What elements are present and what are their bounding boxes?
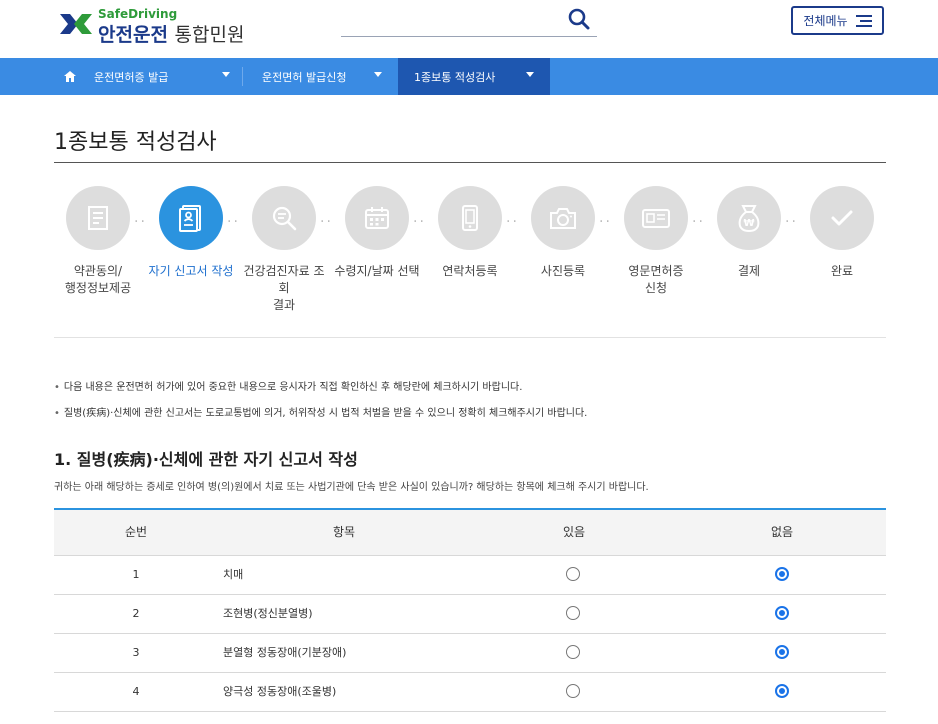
notice-text: 질병(疾病)·신체에 관한 신고서는 도로교통법에 의거, 허위작성 시 법적 …: [54, 404, 587, 419]
id-card-icon: [179, 205, 201, 232]
step-complete[interactable]: [810, 186, 874, 250]
radio-yes[interactable]: [566, 567, 580, 581]
step-label-terms: 약관동의/ 행정정보제공: [64, 264, 132, 295]
section-title: 1. 질병(疾病)·신체에 관한 자기 신고서 작성: [54, 450, 358, 469]
nav-divider: [242, 67, 243, 86]
radio-yes[interactable]: [566, 645, 580, 659]
nav-item-license-issue[interactable]: 운전면허증 발급: [94, 58, 236, 95]
camera-icon: [550, 208, 576, 229]
row-number: 2: [132, 607, 140, 620]
logo-title-bold: 안전운전: [98, 24, 168, 46]
table-row: 2 조현병(정신분열병): [54, 595, 886, 634]
logo-subtitle: SafeDriving: [98, 7, 178, 21]
nav-item-aptitude-test[interactable]: 1종보통 적성검사: [398, 58, 550, 95]
chevron-down-icon: [526, 72, 534, 77]
calendar-icon: [365, 207, 389, 229]
steps-divider: [54, 337, 886, 338]
step-connector: ··: [320, 214, 333, 230]
step-label-payment: 결제: [737, 264, 761, 278]
hamburger-icon: [855, 14, 872, 27]
money-bag-icon: ₩: [738, 205, 760, 233]
title-divider: [54, 162, 886, 163]
step-label-health-check: 건강검진자료 조회 결과: [243, 264, 325, 312]
chevron-down-icon: [374, 72, 382, 77]
site-logo[interactable]: SafeDriving 안전운전 통합민원: [58, 6, 258, 46]
row-item: 조현병(정신분열병): [223, 607, 313, 620]
column-header-item: 항목: [332, 525, 356, 539]
logo-title: 안전운전 통합민원: [98, 20, 244, 47]
phone-icon: [462, 205, 478, 231]
step-photo[interactable]: [531, 186, 595, 250]
license-card-icon: [642, 209, 670, 228]
nav-item-label: 운전면허증 발급: [94, 70, 169, 84]
row-number: 3: [132, 646, 140, 659]
nav-item-license-apply[interactable]: 운전면허 발급신청: [262, 58, 392, 95]
step-english-license[interactable]: [624, 186, 688, 250]
search-input[interactable]: [341, 36, 597, 37]
row-item: 분열형 정동장애(기분장애): [223, 646, 347, 659]
radio-no[interactable]: [775, 684, 789, 698]
step-health-check[interactable]: [252, 186, 316, 250]
table-row: 3 분열형 정동장애(기분장애): [54, 634, 886, 673]
table-row: 4 양극성 정동장애(조울병): [54, 673, 886, 712]
page-title: 1종보통 적성검사: [54, 130, 217, 155]
step-payment[interactable]: ₩: [717, 186, 781, 250]
column-header-no-answer: 없음: [770, 525, 794, 539]
step-label-photo: 사진등록: [540, 264, 586, 278]
column-header-no: 순번: [124, 525, 148, 539]
home-button[interactable]: [58, 58, 82, 95]
radio-no[interactable]: [775, 606, 789, 620]
step-contact[interactable]: [438, 186, 502, 250]
self-report-table: 순번 항목 있음 없음 1 치매 2 조현병(정신분열병) 3 분열형 정동장애…: [54, 508, 886, 712]
check-icon: [831, 210, 853, 226]
row-number: 1: [132, 568, 140, 581]
logo-title-thin: 통합민원: [174, 24, 245, 46]
home-icon: [64, 71, 76, 82]
column-header-yes: 있음: [562, 525, 586, 539]
magnifier-icon: [272, 206, 297, 231]
step-label-self-report: 자기 신고서 작성: [148, 264, 234, 278]
all-menu-button[interactable]: 전체메뉴: [791, 6, 884, 35]
all-menu-label: 전체메뉴: [803, 14, 848, 28]
step-connector: ··: [413, 214, 426, 230]
nav-item-label: 운전면허 발급신청: [262, 70, 347, 84]
step-connector: ··: [227, 214, 240, 230]
document-icon: [88, 206, 108, 230]
section-description: 귀하는 아래 해당하는 증세로 인하여 병(의)원에서 치료 또는 사법기관에 …: [54, 482, 649, 493]
row-item: 양극성 정동장애(조울병): [223, 685, 337, 698]
row-item: 치매: [223, 568, 244, 581]
radio-no[interactable]: [775, 567, 789, 581]
table-header: 순번 항목 있음 없음: [54, 508, 886, 556]
step-connector: ··: [785, 214, 798, 230]
radio-yes[interactable]: [566, 684, 580, 698]
breadcrumb-nav: 운전면허증 발급 운전면허 발급신청 1종보통 적성검사: [0, 58, 938, 95]
svg-text:₩: ₩: [743, 218, 754, 229]
logo-mark-icon: [60, 14, 92, 34]
step-label-complete: 완료: [830, 264, 854, 278]
chevron-down-icon: [222, 72, 230, 77]
nav-item-label: 1종보통 적성검사: [414, 70, 496, 84]
step-label-pickup-date: 수령지/날짜 선택: [334, 264, 420, 278]
search-icon[interactable]: [567, 7, 591, 31]
notice-text: 다음 내용은 운전면허 허가에 있어 중요한 내용으로 응시자가 직접 확인하신…: [54, 378, 523, 393]
step-connector: ··: [506, 214, 519, 230]
radio-yes[interactable]: [566, 606, 580, 620]
step-connector: ··: [599, 214, 612, 230]
step-pickup-date[interactable]: [345, 186, 409, 250]
radio-no[interactable]: [775, 645, 789, 659]
step-terms[interactable]: [66, 186, 130, 250]
step-label-contact: 연락처등록: [442, 264, 498, 278]
step-connector: ··: [692, 214, 705, 230]
row-number: 4: [132, 685, 140, 698]
table-row: 1 치매: [54, 556, 886, 595]
step-self-report[interactable]: [159, 186, 223, 250]
step-connector: ··: [134, 214, 147, 230]
step-label-english-license: 영문면허증 신청: [628, 264, 684, 295]
site-header: SafeDriving 안전운전 통합민원 전체메뉴: [0, 0, 938, 57]
